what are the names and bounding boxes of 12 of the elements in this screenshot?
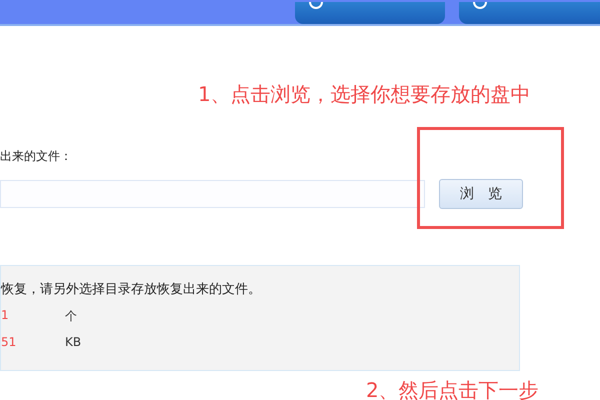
stat-unit: KB <box>65 335 82 349</box>
toolbar-button[interactable] <box>459 2 600 24</box>
browse-button[interactable]: 浏 览 <box>439 179 523 209</box>
annotation-text: 2、然后点击下一步 <box>366 377 540 400</box>
field-label: 出来的文件： <box>0 148 73 165</box>
info-message: 恢复，请另外选择目录存放恢复出来的文件。 <box>1 281 262 298</box>
stat-value: 51 <box>1 335 18 349</box>
annotation-text: 1、点击浏览，选择你想要存放的盘中 <box>198 81 532 108</box>
path-input-field[interactable] <box>0 180 425 208</box>
toolbar-button[interactable] <box>295 2 445 24</box>
stat-value: 1 <box>1 308 10 324</box>
stat-unit: 个 <box>65 308 77 325</box>
